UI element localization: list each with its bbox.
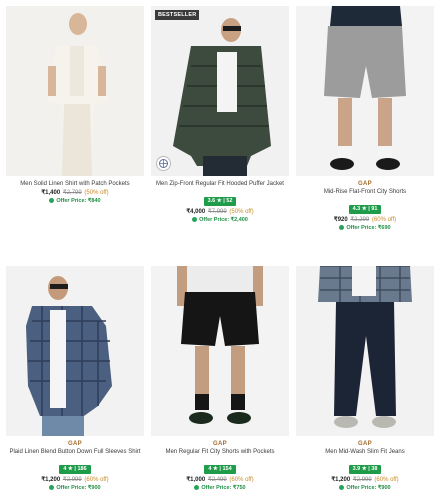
view-similar-icon[interactable] <box>156 156 171 171</box>
product-price: ₹1,200 ₹2,999 (60% off) <box>296 476 434 484</box>
offer-price-text: Offer Price: ₹2,400 <box>199 217 248 223</box>
offer-icon <box>192 216 198 222</box>
offer-price: Offer Price: ₹690 <box>296 224 434 232</box>
current-price: ₹920 <box>333 217 348 223</box>
product-card[interactable]: BESTSELLER Men Zip-Front Regular Fit Hoo… <box>151 6 289 224</box>
original-price: ₹2,299 <box>350 217 370 223</box>
offer-price: Offer Price: ₹900 <box>296 484 434 492</box>
offer-icon <box>49 197 55 203</box>
brand-name: GAP <box>358 181 372 187</box>
discount: (50% off) <box>229 209 254 215</box>
product-image[interactable] <box>6 6 144 176</box>
product-card[interactable]: GAP Men Mid-Wash Slim Fit Jeans 3.9 ★ | … <box>296 266 434 492</box>
product-price: ₹1,000 ₹2,499 (60% off) <box>151 476 289 484</box>
product-card[interactable]: GAP Men Regular Fit City Shorts with Poc… <box>151 266 289 492</box>
current-price: ₹1,200 <box>331 477 351 483</box>
current-price: ₹1,200 <box>41 477 61 483</box>
original-price: ₹2,499 <box>207 477 227 483</box>
rating-badge: 4 ★ | 154 <box>204 465 236 474</box>
product-image[interactable] <box>296 6 434 176</box>
brand-name: GAP <box>213 441 227 447</box>
product-name[interactable]: Mid-Rise Flat-Front City Shorts <box>296 188 434 197</box>
discount: (60% off) <box>374 477 399 483</box>
product-image[interactable]: BESTSELLER <box>151 6 289 176</box>
product-image[interactable] <box>6 266 144 436</box>
offer-icon <box>339 224 345 230</box>
product-price: ₹1,400 ₹2,799 (50% off) <box>6 189 144 197</box>
product-card[interactable]: Men Solid Linen Shirt with Patch Pockets… <box>6 6 144 205</box>
discount: (60% off) <box>84 477 109 483</box>
offer-price-text: Offer Price: ₹900 <box>346 485 391 491</box>
offer-price: Offer Price: ₹840 <box>6 197 144 205</box>
offer-price-text: Offer Price: ₹750 <box>201 485 246 491</box>
rating-badge: 4 ★ | 186 <box>59 465 91 474</box>
offer-price: Offer Price: ₹750 <box>151 484 289 492</box>
discount: (50% off) <box>84 190 109 196</box>
discount: (60% off) <box>229 477 254 483</box>
product-name[interactable]: Men Mid-Wash Slim Fit Jeans <box>296 448 434 457</box>
product-image[interactable] <box>296 266 434 436</box>
current-price: ₹4,000 <box>186 209 206 215</box>
product-price: ₹4,000 ₹7,999 (50% off) <box>151 208 289 216</box>
offer-price-text: Offer Price: ₹900 <box>56 485 101 491</box>
product-name[interactable]: Men Solid Linen Shirt with Patch Pockets <box>6 180 144 189</box>
offer-price: Offer Price: ₹2,400 <box>151 216 289 224</box>
bestseller-badge: BESTSELLER <box>155 10 200 20</box>
discount: (60% off) <box>371 217 397 223</box>
product-price: ₹920 ₹2,299 (60% off) <box>296 216 434 224</box>
brand-name: GAP <box>358 441 372 447</box>
offer-icon <box>49 484 55 490</box>
offer-price: Offer Price: ₹900 <box>6 484 144 492</box>
current-price: ₹1,400 <box>41 190 61 196</box>
original-price: ₹7,999 <box>207 209 227 215</box>
product-name[interactable]: Men Zip-Front Regular Fit Hooded Puffer … <box>151 180 289 189</box>
product-name[interactable]: Plaid Linen Blend Button Down Full Sleev… <box>6 448 144 457</box>
offer-price-text: Offer Price: ₹690 <box>346 225 391 231</box>
offer-icon <box>339 484 345 490</box>
product-grid: Men Solid Linen Shirt with Patch Pockets… <box>0 0 434 500</box>
rating-badge: 3.9 ★ | 38 <box>348 465 382 474</box>
rating-badge: 4.3 ★ | 91 <box>348 205 382 214</box>
product-name[interactable]: Men Regular Fit City Shorts with Pockets <box>151 448 289 457</box>
original-price: ₹2,799 <box>62 190 82 196</box>
product-price: ₹1,200 ₹2,999 (60% off) <box>6 476 144 484</box>
brand-name: GAP <box>68 441 82 447</box>
product-card[interactable]: GAP Plaid Linen Blend Button Down Full S… <box>6 266 144 492</box>
original-price: ₹2,999 <box>62 477 82 483</box>
original-price: ₹2,999 <box>352 477 372 483</box>
rating-badge: 3.6 ★ | 52 <box>203 197 237 206</box>
current-price: ₹1,000 <box>186 477 206 483</box>
product-image[interactable] <box>151 266 289 436</box>
product-card[interactable]: GAP Mid-Rise Flat-Front City Shorts 4.3 … <box>296 6 434 232</box>
offer-price-text: Offer Price: ₹840 <box>56 198 101 204</box>
offer-icon <box>194 484 200 490</box>
